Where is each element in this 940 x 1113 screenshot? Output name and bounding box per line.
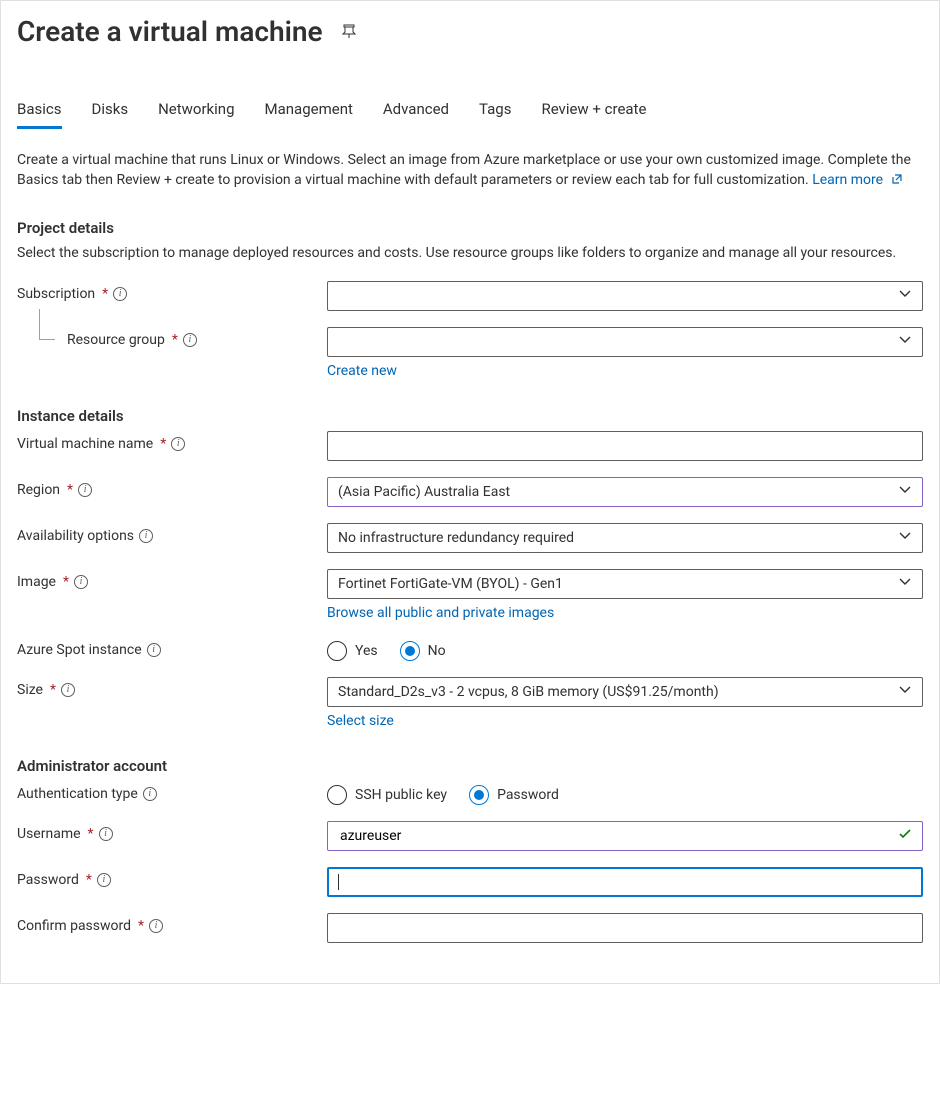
info-icon[interactable]: i <box>139 529 153 543</box>
info-icon[interactable]: i <box>97 873 111 887</box>
spot-no-label: No <box>428 643 446 659</box>
intro-text: Create a virtual machine that runs Linux… <box>17 150 923 191</box>
resource-group-select[interactable] <box>327 327 923 357</box>
chevron-down-icon <box>898 529 912 547</box>
required-indicator: * <box>86 872 92 888</box>
chevron-down-icon <box>898 683 912 701</box>
tab-management[interactable]: Management <box>265 100 353 129</box>
resource-group-label: Resource group * i <box>17 327 327 348</box>
availability-label: Availability options i <box>17 523 327 544</box>
info-icon[interactable]: i <box>61 683 75 697</box>
create-new-link[interactable]: Create new <box>327 363 923 379</box>
external-link-icon <box>887 172 902 188</box>
learn-more-link[interactable]: Learn more <box>812 172 902 188</box>
project-details-heading: Project details <box>17 219 923 237</box>
project-details-desc: Select the subscription to manage deploy… <box>17 243 923 263</box>
size-select[interactable]: Standard_D2s_v3 - 2 vcpus, 8 GiB memory … <box>327 677 923 707</box>
confirm-password-label: Confirm password * i <box>17 913 327 934</box>
tabs: Basics Disks Networking Management Advan… <box>17 100 923 130</box>
region-select[interactable]: (Asia Pacific) Australia East <box>327 477 923 507</box>
region-value: (Asia Pacific) Australia East <box>338 484 510 500</box>
tab-review-create[interactable]: Review + create <box>541 100 646 129</box>
info-icon[interactable]: i <box>183 333 197 347</box>
availability-value: No infrastructure redundancy required <box>338 530 574 546</box>
tab-basics[interactable]: Basics <box>17 100 62 129</box>
required-indicator: * <box>102 286 108 302</box>
pin-icon[interactable] <box>341 23 357 39</box>
region-label: Region * i <box>17 477 327 498</box>
vm-name-label: Virtual machine name * i <box>17 431 327 452</box>
availability-select[interactable]: No infrastructure redundancy required <box>327 523 923 553</box>
confirm-password-input[interactable] <box>327 913 923 943</box>
required-indicator: * <box>138 918 144 934</box>
username-label: Username * i <box>17 821 327 842</box>
password-input[interactable] <box>327 867 923 897</box>
tab-networking[interactable]: Networking <box>158 100 234 129</box>
chevron-down-icon <box>898 287 912 305</box>
chevron-down-icon <box>898 483 912 501</box>
intro-body: Create a virtual machine that runs Linux… <box>17 152 911 188</box>
required-indicator: * <box>50 682 56 698</box>
required-indicator: * <box>88 826 94 842</box>
info-icon[interactable]: i <box>147 643 161 657</box>
spot-no-radio[interactable]: No <box>400 641 446 661</box>
instance-details-heading: Instance details <box>17 407 923 425</box>
spot-instance-label: Azure Spot instance i <box>17 637 327 658</box>
spot-yes-radio[interactable]: Yes <box>327 641 378 661</box>
password-label: Password * i <box>17 867 327 888</box>
info-icon[interactable]: i <box>171 437 185 451</box>
size-value: Standard_D2s_v3 - 2 vcpus, 8 GiB memory … <box>338 684 719 700</box>
auth-type-label: Authentication type i <box>17 781 327 802</box>
info-icon[interactable]: i <box>78 483 92 497</box>
admin-account-heading: Administrator account <box>17 757 923 775</box>
browse-images-link[interactable]: Browse all public and private images <box>327 605 923 621</box>
info-icon[interactable]: i <box>113 287 127 301</box>
required-indicator: * <box>67 482 73 498</box>
info-icon[interactable]: i <box>99 827 113 841</box>
auth-password-label: Password <box>497 787 559 803</box>
info-icon[interactable]: i <box>149 919 163 933</box>
required-indicator: * <box>172 332 178 348</box>
username-input[interactable] <box>327 821 923 851</box>
image-value: Fortinet FortiGate-VM (BYOL) - Gen1 <box>338 576 563 592</box>
check-icon <box>898 827 912 845</box>
vm-name-input[interactable] <box>327 431 923 461</box>
select-size-link[interactable]: Select size <box>327 713 923 729</box>
subscription-select[interactable] <box>327 281 923 311</box>
auth-ssh-radio[interactable]: SSH public key <box>327 785 447 805</box>
image-select[interactable]: Fortinet FortiGate-VM (BYOL) - Gen1 <box>327 569 923 599</box>
auth-ssh-label: SSH public key <box>355 787 447 803</box>
image-label: Image * i <box>17 569 327 590</box>
subscription-label: Subscription * i <box>17 281 327 302</box>
auth-password-radio[interactable]: Password <box>469 785 559 805</box>
required-indicator: * <box>160 436 166 452</box>
chevron-down-icon <box>898 333 912 351</box>
spot-yes-label: Yes <box>355 643 378 659</box>
tab-disks[interactable]: Disks <box>92 100 129 129</box>
size-label: Size * i <box>17 677 327 698</box>
chevron-down-icon <box>898 575 912 593</box>
info-icon[interactable]: i <box>143 787 157 801</box>
required-indicator: * <box>63 574 69 590</box>
info-icon[interactable]: i <box>74 575 88 589</box>
tab-tags[interactable]: Tags <box>479 100 511 129</box>
tab-advanced[interactable]: Advanced <box>383 100 449 129</box>
page-title: Create a virtual machine <box>17 15 323 48</box>
